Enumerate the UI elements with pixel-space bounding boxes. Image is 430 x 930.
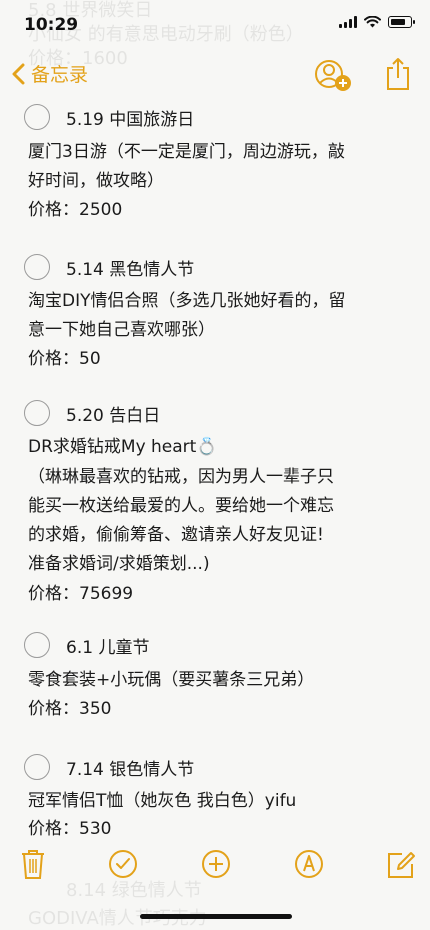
compose-button[interactable] — [386, 848, 416, 884]
checklist-icon — [109, 850, 137, 878]
item-title: 6.1 儿童节 — [66, 637, 150, 658]
add-people-button[interactable] — [314, 58, 354, 98]
status-icons — [339, 16, 415, 28]
checklist-row: 5.19 中国旅游日 — [24, 104, 194, 130]
status-time: 10:29 — [24, 15, 79, 35]
trash-icon — [22, 850, 44, 879]
add-icon — [202, 850, 230, 878]
wifi-icon — [364, 16, 381, 28]
share-icon — [387, 58, 409, 90]
item-text: 意一下她自己喜欢哪张） — [28, 320, 215, 340]
compose-icon — [388, 852, 415, 878]
markup-icon — [295, 850, 323, 878]
back-label: 备忘录 — [31, 64, 89, 86]
item-text: 好时间，做攻略） — [28, 171, 164, 191]
markup-button[interactable] — [294, 848, 324, 884]
checkbox[interactable] — [24, 104, 50, 130]
item-text: 准备求婚词/求婚策划...) — [28, 554, 210, 574]
battery-icon — [388, 16, 415, 28]
item-text: 零食套装+小玩偶（要买薯条三兄弟） — [28, 670, 315, 690]
item-text: 冠军情侣T恤（她灰色 我白色）yifu — [28, 791, 297, 811]
status-bar: 10:29 — [0, 0, 430, 48]
nav-bar: 备忘录 — [0, 56, 430, 96]
item-title: 7.14 银色情人节 — [66, 759, 195, 780]
checklist-row: 5.20 告白日 — [24, 400, 160, 426]
checkbox[interactable] — [24, 400, 50, 426]
item-price: 价格：75699 — [28, 584, 134, 604]
item-price: 价格：530 — [28, 819, 112, 839]
item-text: DR求婚钻戒My heart💍 — [28, 437, 218, 457]
item-title: 5.14 黑色情人节 — [66, 259, 195, 280]
item-price: 价格：50 — [28, 349, 101, 369]
item-title: 5.19 中国旅游日 — [66, 109, 195, 130]
checklist-row: 7.14 银色情人节 — [24, 754, 194, 780]
item-price: 价格：350 — [28, 699, 112, 719]
checkbox[interactable] — [24, 254, 50, 280]
checkbox[interactable] — [24, 754, 50, 780]
checkbox[interactable] — [24, 632, 50, 658]
checklist-row: 6.1 儿童节 — [24, 632, 149, 658]
item-title: 5.20 告白日 — [66, 405, 161, 426]
item-text: 淘宝DIY情侣合照（多选几张她好看的，留 — [28, 291, 346, 311]
delete-button[interactable] — [20, 848, 46, 884]
back-button[interactable]: 备忘录 — [12, 60, 88, 87]
cellular-signal-icon — [339, 16, 357, 28]
checklist-button[interactable] — [108, 848, 138, 884]
home-indicator[interactable] — [140, 914, 292, 919]
chevron-left-icon — [12, 63, 25, 84]
add-button[interactable] — [201, 848, 231, 884]
item-text: 的求婚，偷偷筹备、邀请亲人好友见证! — [28, 525, 324, 545]
checklist-row: 5.14 黑色情人节 — [24, 254, 194, 280]
item-price: 价格：2500 — [28, 200, 123, 220]
bottom-toolbar — [0, 848, 430, 888]
item-text: 能买一枚送给最爱的人。要给她一个难忘 — [28, 496, 334, 516]
item-text: 厦门3日游（不一定是厦门，周边游玩，敲 — [28, 142, 345, 162]
share-button[interactable] — [384, 56, 412, 96]
item-text: （琳琳最喜欢的钻戒，因为男人一辈子只 — [28, 467, 334, 487]
add-person-icon — [315, 60, 351, 91]
